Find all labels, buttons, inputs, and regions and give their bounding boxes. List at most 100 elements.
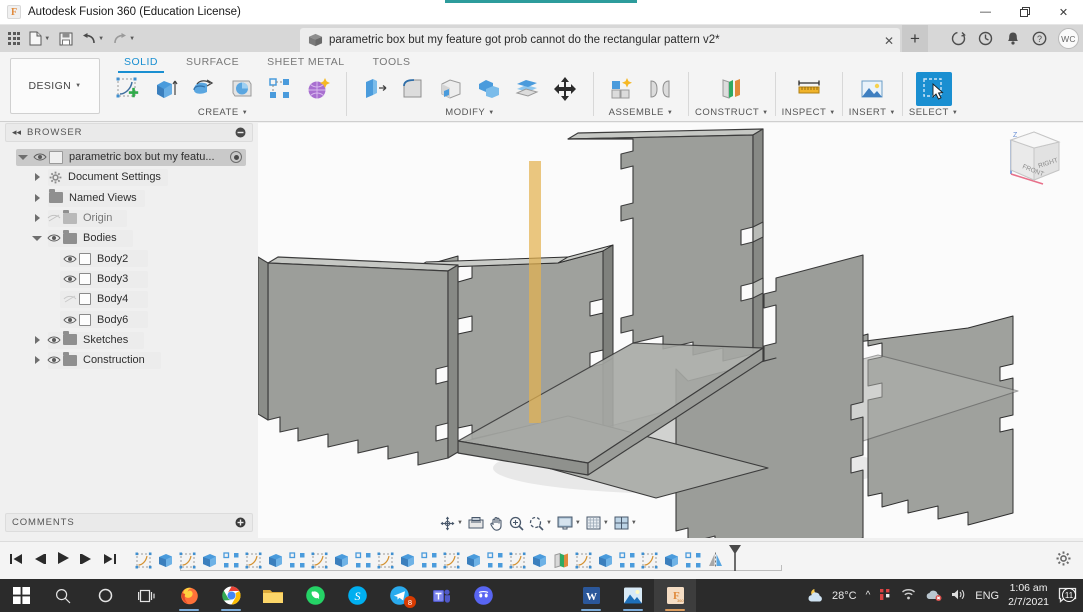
expander-sketches[interactable] (30, 335, 44, 344)
timeline-feature-pattern-icon[interactable] (682, 550, 704, 572)
panel-label-construct[interactable]: CONSTRUCT ▼ (695, 107, 769, 118)
notifications-bell-icon[interactable] (1000, 26, 1025, 51)
visibility-toggle-construction[interactable] (44, 355, 63, 365)
help-icon[interactable]: ? (1027, 26, 1052, 51)
language-indicator[interactable]: ENG (975, 590, 999, 602)
volume-icon[interactable] (951, 588, 966, 604)
timeline-feature-extrude-icon[interactable] (264, 550, 286, 572)
joint-icon[interactable] (642, 72, 678, 106)
form-icon[interactable] (300, 72, 336, 106)
task-view-icon[interactable] (126, 579, 168, 612)
pan-icon[interactable] (487, 513, 506, 533)
tree-root-component[interactable]: parametric box but my featu... (0, 147, 258, 167)
expander-document-settings[interactable] (30, 173, 44, 182)
expander-named-views[interactable] (30, 193, 44, 202)
panel-label-select[interactable]: SELECT ▼ (909, 107, 958, 118)
timeline-feature-extrude-icon[interactable] (198, 550, 220, 572)
tree-item-sketches[interactable]: Sketches (0, 330, 258, 350)
expander-root[interactable] (16, 154, 30, 160)
tree-item-body6[interactable]: Body6 (0, 309, 258, 329)
play-icon[interactable] (56, 551, 70, 570)
search-icon[interactable] (42, 579, 84, 612)
close-button[interactable]: ✕ (1044, 0, 1083, 25)
sweep-icon[interactable] (224, 72, 260, 106)
avatar[interactable]: WC (1058, 28, 1079, 49)
tree-item-body2[interactable]: Body2 (0, 248, 258, 268)
timeline-feature-pattern-icon[interactable] (220, 550, 242, 572)
offset-plane-icon[interactable] (714, 72, 750, 106)
tree-item-document-settings[interactable]: Document Settings (0, 167, 258, 187)
clock[interactable]: 1:06 am 2/7/2021 (1008, 582, 1049, 608)
timeline-feature-sketch-icon[interactable] (132, 550, 154, 572)
tab-sheet-metal[interactable]: SHEET METAL (253, 54, 358, 72)
go-to-end-icon[interactable] (103, 552, 116, 570)
step-forward-icon[interactable] (80, 552, 93, 570)
panel-label-inspect[interactable]: INSPECT ▼ (782, 107, 836, 118)
sync-icon[interactable] (946, 26, 971, 51)
combine-icon[interactable] (471, 72, 507, 106)
timeline-feature-extrude-icon[interactable] (594, 550, 616, 572)
timeline-marker[interactable] (728, 544, 742, 577)
timeline-feature-sketch-icon[interactable] (440, 550, 462, 572)
timeline-feature-extrude-icon[interactable] (330, 550, 352, 572)
orbit-icon[interactable]: ▼ (438, 513, 465, 533)
expander-construction[interactable] (30, 356, 44, 365)
redo-icon[interactable]: ▼ (109, 27, 139, 50)
step-back-icon[interactable] (33, 552, 46, 570)
look-at-icon[interactable] (466, 513, 486, 533)
visibility-toggle-origin[interactable] (44, 213, 63, 223)
tree-item-named-views[interactable]: Named Views (0, 188, 258, 208)
shell-icon[interactable] (433, 72, 469, 106)
timeline-feature-sketch-icon[interactable] (308, 550, 330, 572)
tray-app-icon[interactable] (879, 588, 892, 604)
recent-clock-icon[interactable] (973, 26, 998, 51)
save-icon[interactable] (55, 27, 77, 50)
viewport-canvas[interactable]: Z FRONT RIGHT (257, 123, 1083, 562)
tab-solid[interactable]: SOLID (110, 54, 172, 73)
wifi-icon[interactable] (901, 588, 916, 604)
timeline-feature-sketch-icon[interactable] (242, 550, 264, 572)
onedrive-icon[interactable] (925, 588, 942, 604)
grid-snaps-icon[interactable]: ▼ (584, 513, 611, 533)
tab-surface[interactable]: SURFACE (172, 54, 253, 72)
press-pull-icon[interactable] (357, 72, 393, 106)
start-button[interactable] (0, 579, 42, 612)
tree-item-bodies[interactable]: Bodies (0, 228, 258, 248)
comments-add-button[interactable] (235, 517, 246, 528)
new-tab-button[interactable]: + (902, 25, 928, 52)
timeline-settings-gear-icon[interactable] (1056, 551, 1071, 571)
firefox-icon[interactable] (168, 579, 210, 612)
viewports-icon[interactable]: ▼ (612, 513, 639, 533)
tree-item-construction[interactable]: Construction (0, 350, 258, 370)
document-tab-close-button[interactable]: ✕ (882, 34, 896, 48)
extrude-icon[interactable] (148, 72, 184, 106)
whatsapp-icon[interactable] (294, 579, 336, 612)
maximize-button[interactable] (1005, 0, 1044, 25)
word-icon[interactable]: W (570, 579, 612, 612)
timeline-feature-extrude-icon[interactable] (154, 550, 176, 572)
zoom-icon[interactable] (507, 513, 526, 533)
fit-icon[interactable]: ▼ (527, 513, 554, 533)
photos-icon[interactable] (612, 579, 654, 612)
measure-icon[interactable] (791, 72, 827, 106)
timeline-feature-pattern-icon[interactable] (418, 550, 440, 572)
panel-label-assemble[interactable]: ASSEMBLE ▼ (609, 107, 674, 118)
pattern-icon[interactable] (262, 72, 298, 106)
notifications-button[interactable]: 11 (1058, 587, 1077, 604)
tree-item-origin[interactable]: Origin (0, 208, 258, 228)
discord-icon[interactable] (462, 579, 504, 612)
new-component-icon[interactable] (604, 72, 640, 106)
timeline-feature-extrude-icon[interactable] (396, 550, 418, 572)
show-hidden-icons[interactable]: ^ (866, 590, 871, 601)
move-copy-icon[interactable] (547, 72, 583, 106)
workspace-switcher[interactable]: DESIGN ▼ (10, 58, 100, 114)
timeline-feature-sketch-icon[interactable] (176, 550, 198, 572)
timeline-feature-mirror-icon[interactable] (704, 550, 726, 572)
file-explorer-icon[interactable] (252, 579, 294, 612)
expander-origin[interactable] (30, 214, 44, 223)
timeline-feature-pattern-icon[interactable] (616, 550, 638, 572)
telegram-icon[interactable]: 8 (378, 579, 420, 612)
browser-header-actions[interactable] (235, 127, 246, 138)
timeline-feature-sketch-icon[interactable] (638, 550, 660, 572)
timeline-feature-pattern-icon[interactable] (286, 550, 308, 572)
